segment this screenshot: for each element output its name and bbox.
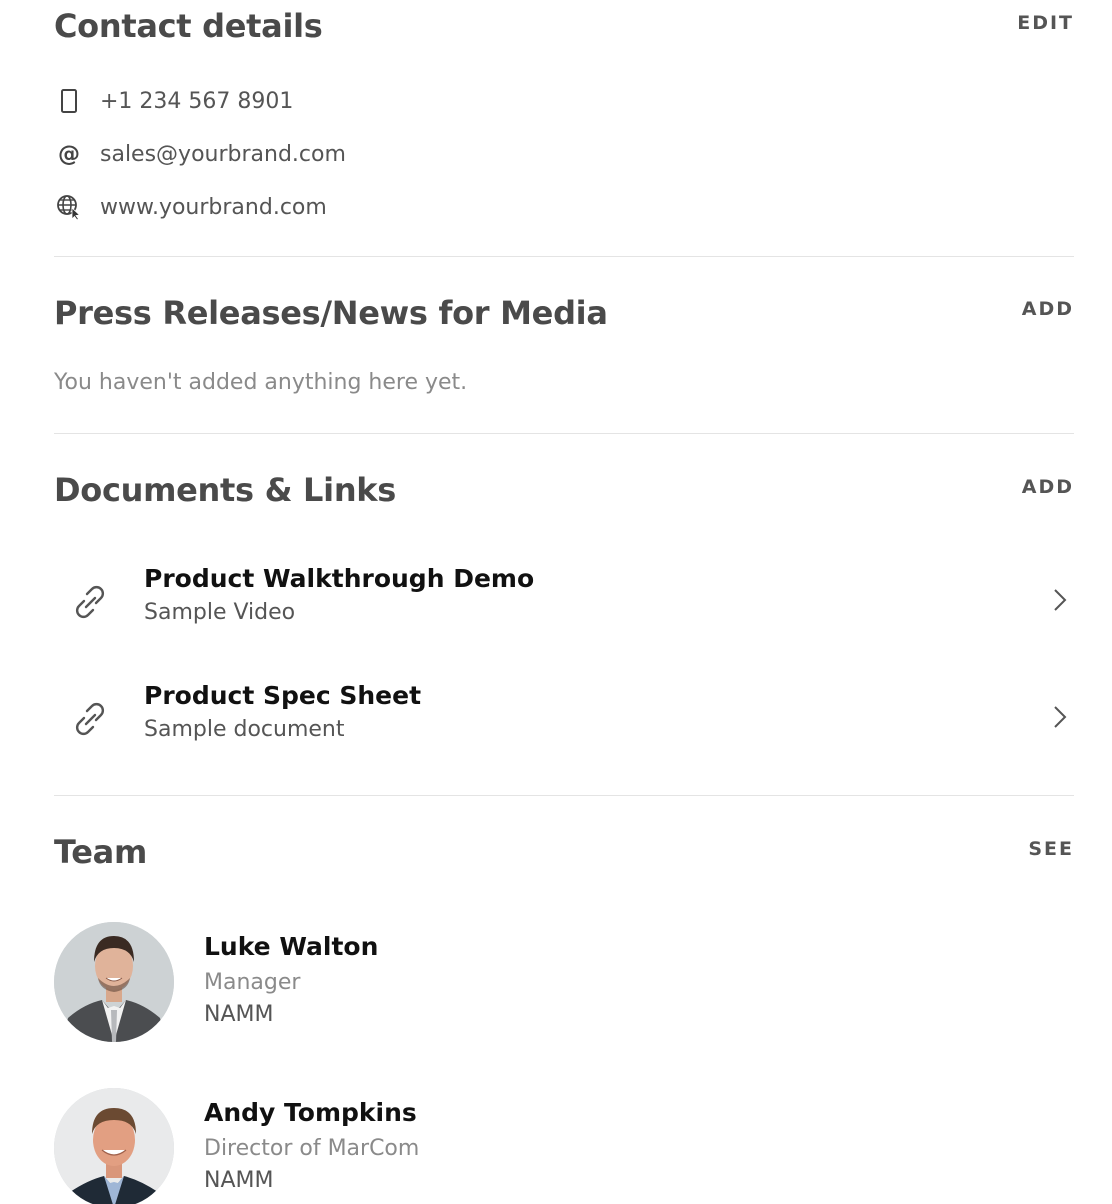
divider — [54, 433, 1074, 434]
member-role: Director of MarCom — [204, 1136, 420, 1161]
press-empty-message: You haven't added anything here yet. — [54, 370, 468, 395]
press-section: Press Releases/News for Media ADD — [54, 290, 1074, 340]
contact-website-row[interactable]: www.yourbrand.com — [54, 192, 327, 222]
press-add-button[interactable]: ADD — [1022, 298, 1074, 320]
member-organization: NAMM — [204, 1002, 274, 1027]
contact-email-row[interactable]: @ sales@yourbrand.com — [54, 139, 346, 169]
document-subtitle: Sample document — [144, 717, 345, 742]
document-subtitle: Sample Video — [144, 600, 296, 625]
team-member[interactable]: Andy Tompkins Director of MarCom NAMM — [54, 1088, 754, 1204]
member-name: Andy Tompkins — [204, 1098, 417, 1127]
contact-phone-row[interactable]: +1 234 567 8901 — [54, 86, 293, 116]
document-title: Product Walkthrough Demo — [144, 564, 535, 593]
contact-section: Contact details EDIT — [54, 0, 1074, 60]
avatar — [54, 1088, 174, 1204]
member-name: Luke Walton — [204, 932, 379, 961]
phone-icon — [54, 86, 84, 116]
document-title: Product Spec Sheet — [144, 681, 422, 710]
press-title: Press Releases/News for Media — [54, 294, 608, 332]
chevron-right-icon — [1050, 586, 1070, 614]
at-sign-icon: @ — [58, 141, 80, 167]
link-icon — [68, 697, 112, 741]
team-title: Team — [54, 833, 148, 871]
team-see-button[interactable]: SEE — [1028, 838, 1074, 860]
contact-edit-button[interactable]: EDIT — [1017, 12, 1074, 34]
contact-website: www.yourbrand.com — [100, 194, 327, 220]
documents-section: Documents & Links ADD — [54, 468, 1074, 518]
team-section: Team SEE — [54, 830, 1074, 880]
avatar — [54, 922, 174, 1042]
member-role: Manager — [204, 970, 301, 995]
divider — [54, 795, 1074, 796]
document-item[interactable]: Product Walkthrough Demo Sample Video — [54, 564, 1074, 644]
documents-title: Documents & Links — [54, 471, 397, 509]
contact-title: Contact details — [54, 7, 323, 45]
globe-icon — [54, 192, 84, 222]
document-item[interactable]: Product Spec Sheet Sample document — [54, 681, 1074, 761]
contact-phone: +1 234 567 8901 — [100, 88, 294, 114]
contact-email: sales@yourbrand.com — [100, 141, 346, 167]
member-organization: NAMM — [204, 1168, 274, 1193]
chevron-right-icon — [1050, 703, 1070, 731]
link-icon — [68, 580, 112, 624]
divider — [54, 256, 1074, 257]
team-member[interactable]: Luke Walton Manager NAMM — [54, 922, 754, 1044]
documents-add-button[interactable]: ADD — [1022, 476, 1074, 498]
